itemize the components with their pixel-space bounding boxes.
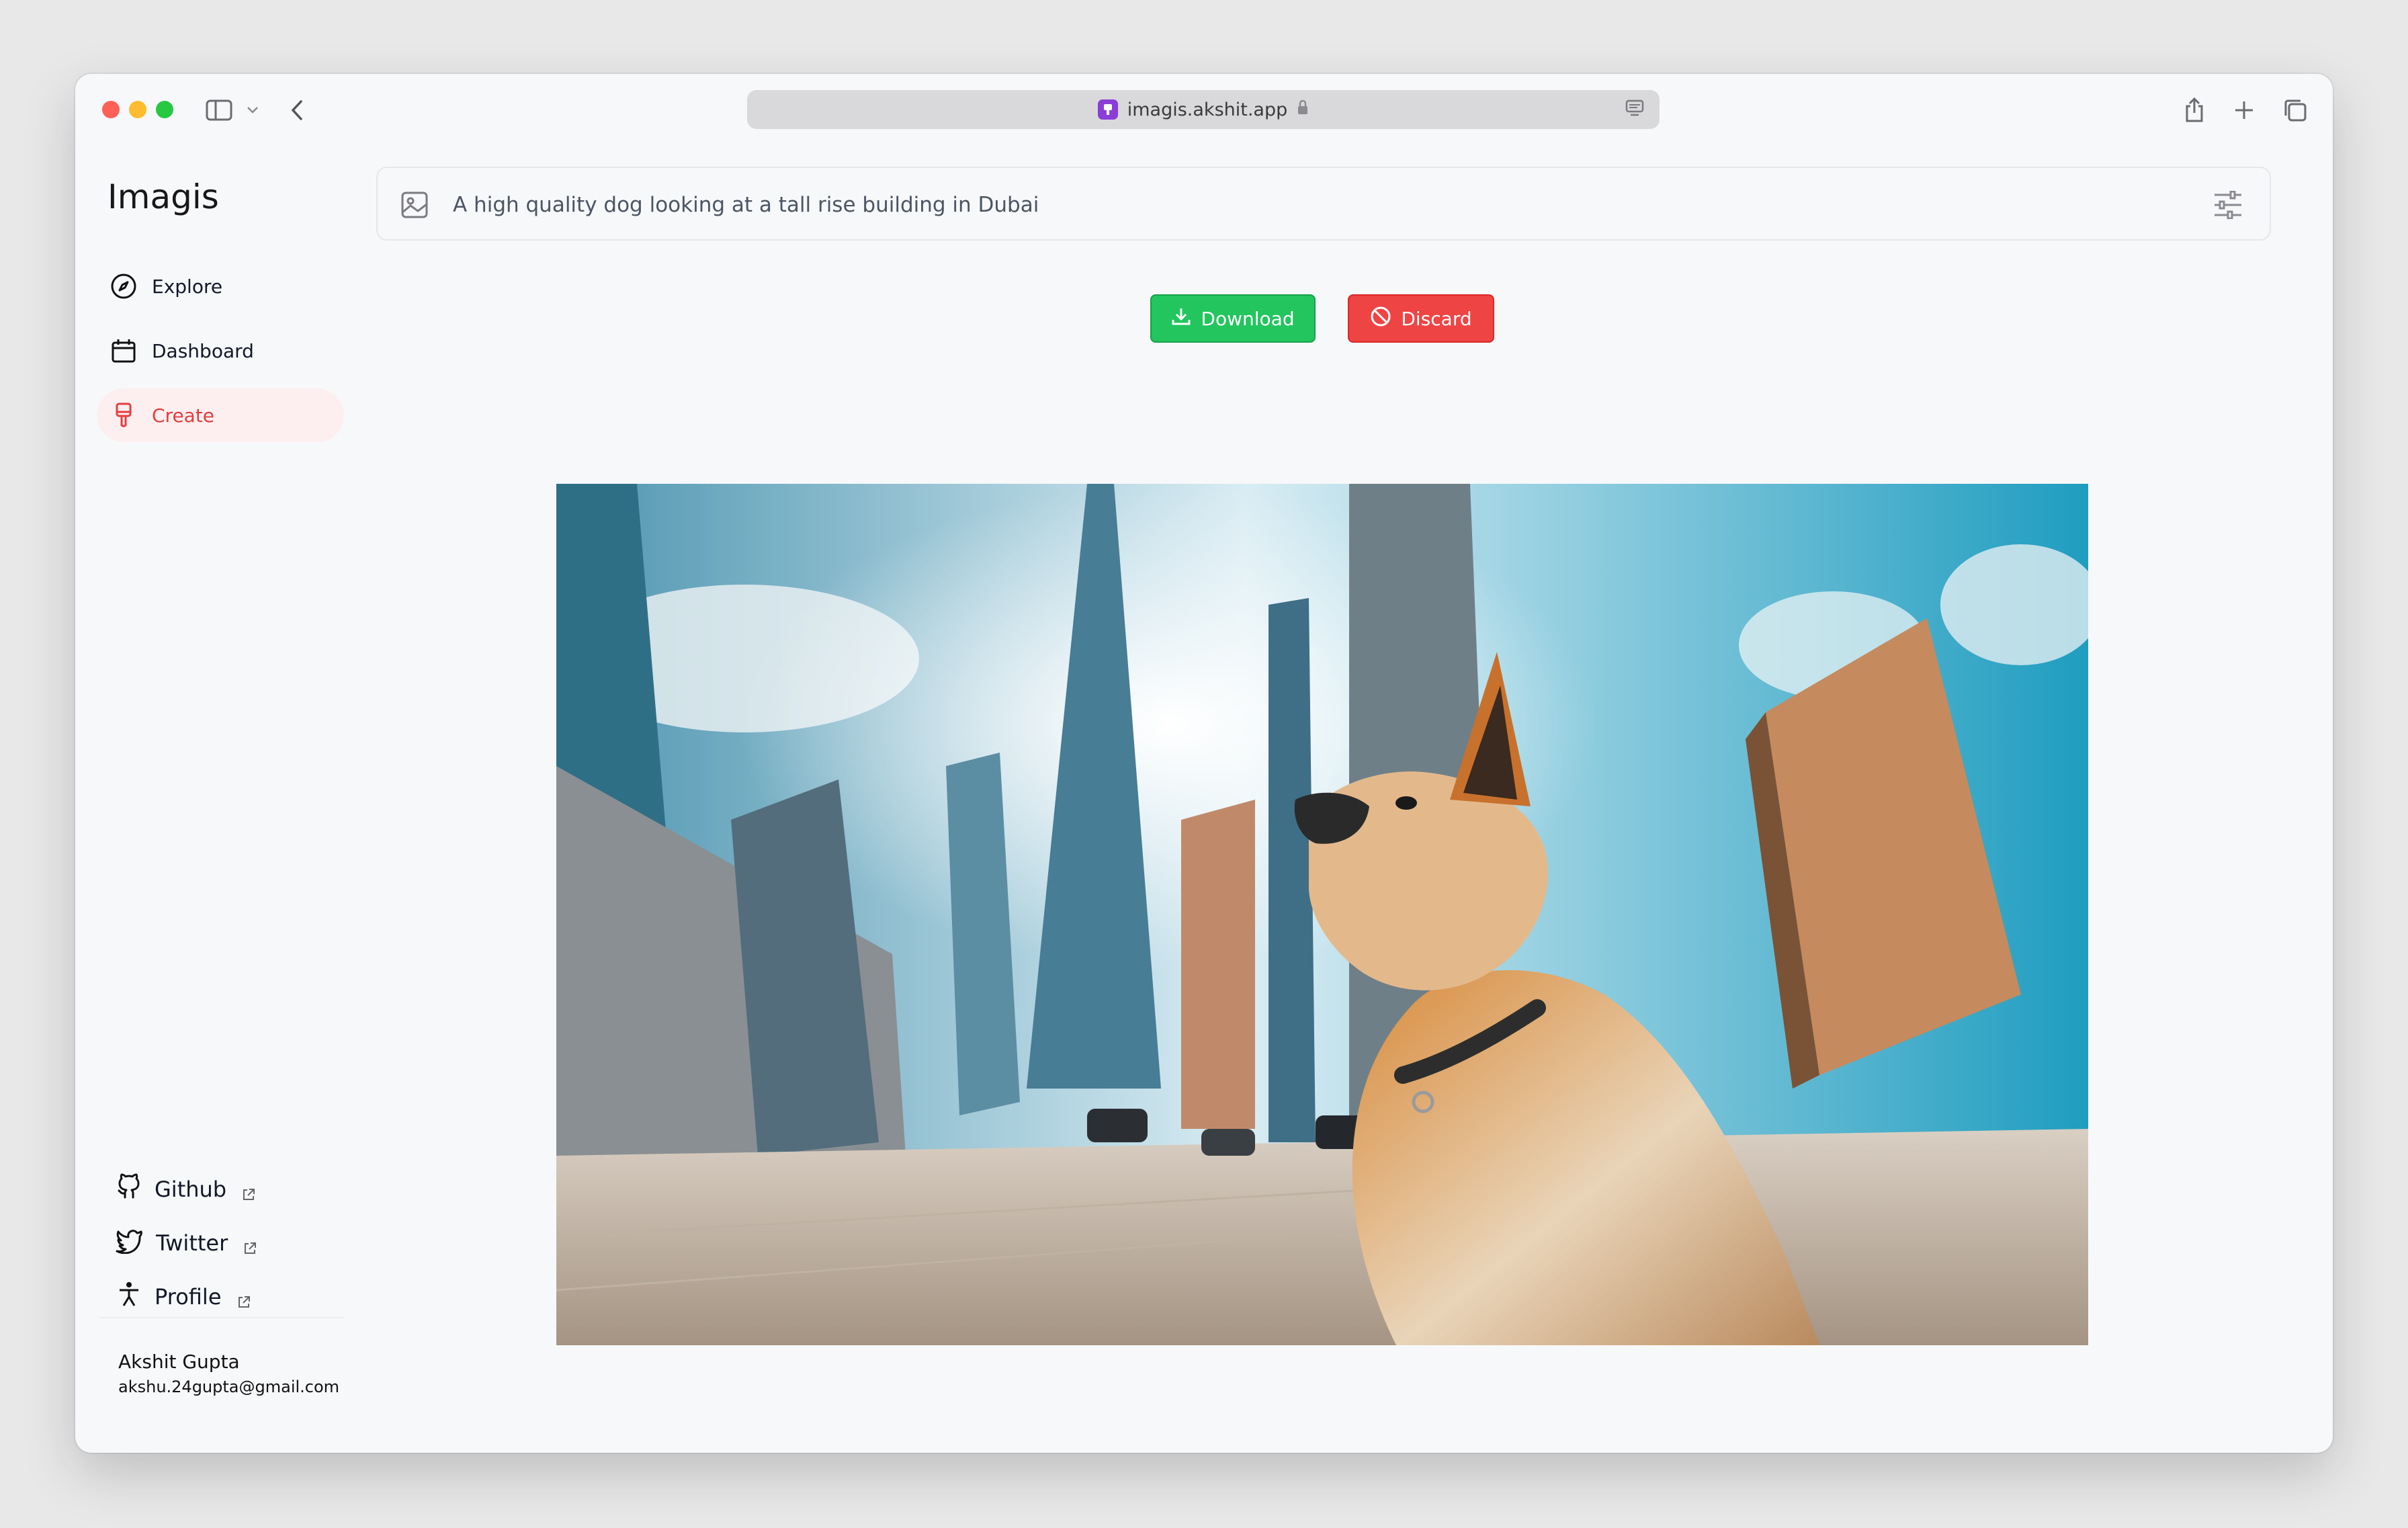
browser-titlebar: imagis.akshit.app [75, 74, 2333, 148]
site-favicon-icon [1097, 99, 1118, 120]
paint-brush-icon [109, 400, 138, 430]
ban-icon [1370, 306, 1391, 332]
back-arrow-icon[interactable] [281, 94, 313, 126]
minimize-window-button[interactable] [129, 101, 146, 118]
chevron-down-icon[interactable] [236, 94, 269, 126]
twitter-icon [116, 1227, 144, 1259]
maximize-window-button[interactable] [156, 101, 173, 118]
sidebar-divider [99, 1317, 344, 1318]
github-link[interactable]: Github [116, 1162, 344, 1216]
address-bar[interactable]: imagis.akshit.app [747, 90, 1660, 129]
compass-icon [109, 271, 138, 301]
close-window-button[interactable] [102, 101, 120, 118]
browser-window: imagis.akshit.app Imagis Explore Dashboa… [75, 74, 2333, 1453]
sidebar-item-label: Create [152, 404, 215, 427]
plus-icon[interactable] [2228, 94, 2260, 126]
url-text: imagis.akshit.app [1127, 99, 1288, 120]
brand-logo-text[interactable]: Imagis [108, 177, 219, 216]
profile-link[interactable]: Profile [116, 1270, 344, 1324]
external-link-icon [241, 1182, 256, 1200]
lock-icon [1297, 99, 1309, 120]
reader-icon[interactable] [1625, 98, 1645, 123]
sidebar-item-label: Explore [152, 275, 223, 298]
calendar-icon [109, 336, 138, 366]
sidebar-toggle-icon[interactable] [203, 94, 235, 126]
share-icon[interactable] [2178, 94, 2210, 126]
external-link-icon [236, 1289, 251, 1308]
sliders-icon[interactable] [2213, 190, 2243, 222]
prompt-input[interactable] [452, 187, 2134, 223]
prompt-bar [376, 167, 2271, 241]
image-icon [400, 191, 429, 222]
github-icon [116, 1173, 142, 1205]
sidebar-item-label: Dashboard [152, 339, 254, 362]
twitter-link[interactable]: Twitter [116, 1216, 344, 1270]
download-label: Download [1201, 307, 1295, 330]
download-button[interactable]: Download [1150, 294, 1316, 343]
sidebar-item-dashboard[interactable]: Dashboard [97, 324, 344, 378]
discard-button[interactable]: Discard [1348, 294, 1494, 343]
generated-image[interactable] [556, 484, 2088, 1345]
tabs-icon[interactable] [2279, 94, 2311, 126]
person-icon [116, 1281, 142, 1313]
sidebar-links: Github Twitter Profile [116, 1162, 344, 1324]
link-label: Profile [155, 1284, 222, 1310]
user-name: Akshit Gupta [118, 1351, 240, 1373]
sidebar-nav: Explore Dashboard Create [97, 259, 344, 453]
sidebar-item-explore[interactable]: Explore [97, 259, 344, 313]
link-label: Twitter [156, 1230, 228, 1256]
external-link-icon [243, 1236, 257, 1254]
sidebar-item-create[interactable]: Create [97, 388, 344, 442]
discard-label: Discard [1401, 307, 1472, 330]
user-email: akshu.24gupta@gmail.com [118, 1377, 340, 1396]
download-icon [1171, 306, 1191, 331]
link-label: Github [155, 1177, 227, 1202]
